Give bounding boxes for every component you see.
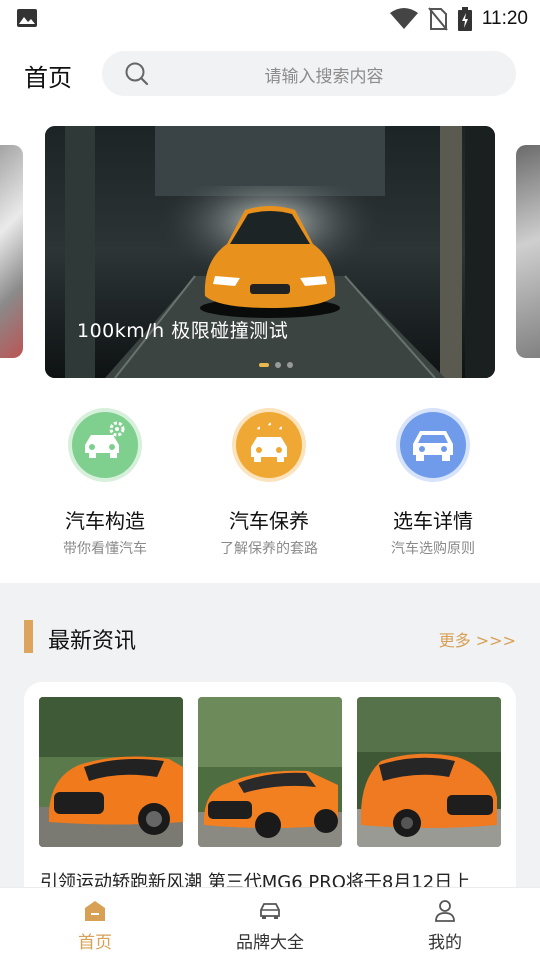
quick-entry-car-maintenance[interactable]: 汽车保养 了解保养的套路 <box>199 407 339 558</box>
car-wash-icon <box>232 408 306 482</box>
photo-icon <box>17 9 37 27</box>
quick-entry-car-structure[interactable]: 汽车构造 带你看懂汽车 <box>35 407 175 558</box>
car-gear-icon <box>68 408 142 482</box>
nav-item-profile[interactable]: 我的 <box>385 898 505 953</box>
car-photo <box>39 697 183 847</box>
page-title: 首页 <box>24 64 72 92</box>
search-input[interactable]: 请输入搜索内容 <box>102 51 516 96</box>
more-link[interactable]: 更多 >>> <box>439 627 516 651</box>
quick-entry-subtitle: 汽车选购原则 <box>391 541 475 557</box>
nav-label: 我的 <box>428 933 462 953</box>
car-icon <box>396 408 470 482</box>
home-icon <box>85 901 105 921</box>
search-placeholder: 请输入搜索内容 <box>264 67 384 87</box>
bottom-navigation: 首页 品牌大全 我的 <box>0 887 540 961</box>
quick-entry-title: 选车详情 <box>393 509 473 533</box>
quick-entry-subtitle: 了解保养的套路 <box>220 541 318 557</box>
banner-prev-slide[interactable] <box>0 145 23 358</box>
car-front-icon <box>260 903 280 919</box>
section-accent-bar <box>24 620 33 653</box>
status-bar: 11:20 <box>0 0 540 38</box>
quick-entry-icon-circle <box>395 407 471 483</box>
nav-item-brands[interactable]: 品牌大全 <box>210 898 330 953</box>
carousel-indicator <box>259 362 293 368</box>
banner-caption: 100km/h 极限碰撞测试 <box>77 320 289 342</box>
news-card[interactable]: 引领运动轿跑新风潮 第三代MG6 PRO将于8月12日上 <box>24 682 516 922</box>
quick-entry-icon-circle <box>231 407 307 483</box>
news-thumbnail <box>39 697 183 847</box>
quick-entry-car-selection[interactable]: 选车详情 汽车选购原则 <box>363 407 503 558</box>
news-thumbnail <box>357 697 501 847</box>
section-title: 最新资讯 <box>48 629 137 654</box>
no-sim-icon <box>428 7 448 31</box>
news-thumbnail <box>198 697 342 847</box>
carousel-dot <box>275 362 281 368</box>
carousel-dot <box>287 362 293 368</box>
carousel-dot <box>259 363 269 367</box>
car-photo <box>357 697 501 847</box>
nav-label: 品牌大全 <box>236 933 304 953</box>
wifi-icon <box>389 8 418 29</box>
car-photo <box>198 697 342 847</box>
banner-next-slide[interactable] <box>516 145 540 358</box>
person-icon <box>435 900 455 922</box>
quick-entry-icon-circle <box>67 407 143 483</box>
battery-charging-icon <box>457 7 472 31</box>
nav-item-home[interactable]: 首页 <box>35 898 155 953</box>
nav-label: 首页 <box>78 933 112 953</box>
quick-entry-title: 汽车保养 <box>229 509 309 533</box>
status-time: 11:20 <box>481 8 528 29</box>
banner-carousel[interactable]: 100km/h 极限碰撞测试 <box>45 126 495 378</box>
quick-entry-subtitle: 带你看懂汽车 <box>63 541 147 557</box>
quick-entry-title: 汽车构造 <box>65 509 145 533</box>
